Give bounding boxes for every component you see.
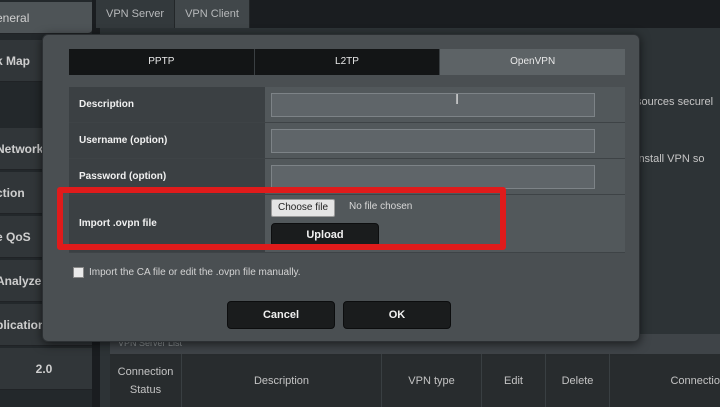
tab-openvpn[interactable]: OpenVPN bbox=[440, 49, 626, 75]
import-highlight-box bbox=[57, 187, 506, 250]
description-label: Description bbox=[69, 87, 265, 122]
protocol-tabs: PPTP L2TP OpenVPN bbox=[69, 49, 626, 75]
description-row: Description Ⅰ bbox=[69, 87, 625, 123]
description-input[interactable] bbox=[271, 93, 595, 117]
router-admin-screen: eneral k Map Network ction e QoS Analyze… bbox=[0, 0, 720, 407]
manual-import-option: Import the CA file or edit the .ovpn fil… bbox=[73, 267, 301, 278]
tab-l2tp[interactable]: L2TP bbox=[254, 49, 441, 75]
username-row: Username (option) bbox=[69, 123, 625, 159]
username-label: Username (option) bbox=[69, 123, 265, 158]
tab-pptp[interactable]: PPTP bbox=[69, 49, 255, 75]
cancel-button[interactable]: Cancel bbox=[227, 301, 335, 329]
text-cursor-icon: Ⅰ bbox=[455, 91, 460, 107]
username-input[interactable] bbox=[271, 129, 595, 153]
manual-import-label: Import the CA file or edit the .ovpn fil… bbox=[89, 267, 301, 278]
manual-import-checkbox[interactable] bbox=[73, 267, 84, 278]
password-input[interactable] bbox=[271, 165, 595, 189]
ok-button[interactable]: OK bbox=[343, 301, 451, 329]
